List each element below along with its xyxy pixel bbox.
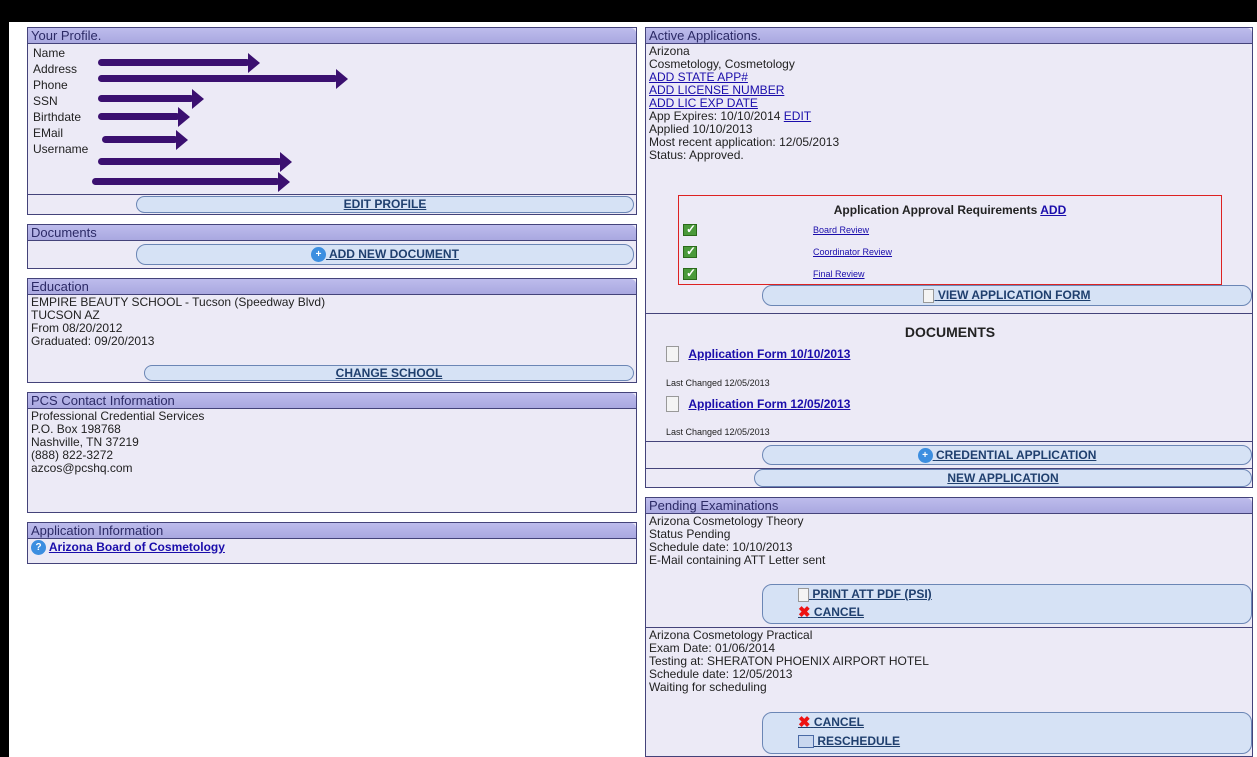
new-application-button[interactable]: NEW APPLICATION <box>754 469 1252 487</box>
redaction-mark-ssn <box>98 107 190 127</box>
edit-expiration-link[interactable]: EDIT <box>784 109 811 123</box>
document-2-changed: Last Changed 12/05/2013 <box>666 427 770 437</box>
add-new-document-label: ADD NEW DOCUMENT <box>328 247 459 261</box>
exam1-name: Arizona Cosmetology Theory <box>649 514 804 528</box>
document-file-icon <box>666 346 679 362</box>
window-left-border <box>0 0 9 757</box>
view-application-form-button[interactable]: VIEW APPLICATION FORM <box>762 285 1252 306</box>
credential-application-label: CREDENTIAL APPLICATION <box>935 448 1097 462</box>
redaction-mark-address <box>98 69 348 89</box>
document-1-changed: Last Changed 12/05/2013 <box>666 378 770 388</box>
exam1-email: E-Mail containing ATT Letter sent <box>649 553 826 567</box>
approval-requirements-box: Application Approval Requirements ADD Bo… <box>678 195 1222 285</box>
redaction-mark-name <box>98 53 260 73</box>
document-item: Application Form 10/10/2013 <box>666 346 850 362</box>
contact-panel: PCS Contact Information Professional Cre… <box>27 392 637 513</box>
contact-email: azcos@pcshq.com <box>31 461 133 475</box>
education-panel: Education EMPIRE BEAUTY SCHOOL - Tucson … <box>27 278 637 383</box>
change-school-button[interactable]: CHANGE SCHOOL <box>144 365 634 381</box>
reschedule-link[interactable]: RESCHEDULE <box>817 734 900 748</box>
app-info-title: Application Information <box>28 523 636 539</box>
requirement-coordinator-review[interactable]: Coordinator Review <box>813 247 892 257</box>
credential-divider <box>646 441 1252 442</box>
active-applications-panel: Active Applications. Arizona Cosmetology… <box>645 27 1253 488</box>
documents-panel: Documents + ADD NEW DOCUMENT <box>27 224 637 269</box>
cancel-icon: ✖ <box>798 713 811 731</box>
add-license-number-link[interactable]: ADD LICENSE NUMBER <box>649 83 784 97</box>
pdf-document-icon <box>798 587 809 602</box>
cancel-icon: ✖ <box>798 603 811 621</box>
help-icon: ? <box>31 540 46 556</box>
new-application-icon: + <box>917 448 933 464</box>
profile-row-username: Username <box>33 142 89 156</box>
edit-profile-button[interactable]: EDIT PROFILE <box>136 196 634 213</box>
add-new-document-button[interactable]: + ADD NEW DOCUMENT <box>136 244 634 265</box>
redaction-mark-username <box>92 172 290 192</box>
calendar-icon <box>798 735 814 749</box>
new-document-icon: + <box>311 247 327 263</box>
checkbox-checked-icon <box>683 266 697 280</box>
arizona-board-link[interactable]: Arizona Board of Cosmetology <box>49 540 225 554</box>
education-graduated: Graduated: 09/20/2013 <box>31 334 155 348</box>
document-icon <box>923 288 935 303</box>
window-top-border <box>0 0 1257 22</box>
documents-divider <box>646 313 1252 314</box>
contact-company: Professional Credential Services <box>31 409 205 423</box>
redaction-mark-phone <box>98 89 204 109</box>
exam2-cancel-link[interactable]: CANCEL <box>814 715 864 729</box>
document-file-icon <box>666 396 679 412</box>
credential-application-button[interactable]: + CREDENTIAL APPLICATION <box>762 445 1252 465</box>
requirement-board-review[interactable]: Board Review <box>813 225 869 235</box>
redaction-mark-birthdate <box>102 130 188 150</box>
requirements-title: Application Approval Requirements <box>833 203 1038 217</box>
profile-title: Your Profile. <box>28 28 636 44</box>
app-info-panel: Application Information ? Arizona Board … <box>27 522 637 564</box>
view-application-form-label: VIEW APPLICATION FORM <box>937 288 1091 302</box>
pending-exams-panel: Pending Examinations Arizona Cosmetology… <box>645 497 1253 757</box>
redaction-mark-email <box>98 152 292 172</box>
checkbox-checked-icon <box>683 222 697 236</box>
add-state-app-link[interactable]: ADD STATE APP# <box>649 70 748 84</box>
exam1-actions: PRINT ATT PDF (PSI) ✖ CANCEL <box>762 584 1252 624</box>
exam1-cancel-link[interactable]: CANCEL <box>814 605 864 619</box>
profile-panel: Your Profile. Name Address Phone SSN Bir… <box>27 27 637 215</box>
add-requirement-link[interactable]: ADD <box>1040 203 1066 217</box>
documents-title: Documents <box>28 225 636 241</box>
pending-exams-title: Pending Examinations <box>646 498 1252 514</box>
document-link-2[interactable]: Application Form 12/05/2013 <box>688 397 850 411</box>
exam2-waiting: Waiting for scheduling <box>649 680 767 694</box>
profile-divider <box>28 194 636 195</box>
contact-city: Nashville, TN 37219 <box>31 435 139 449</box>
add-lic-exp-date-link[interactable]: ADD LIC EXP DATE <box>649 96 758 110</box>
education-title: Education <box>28 279 636 295</box>
checkbox-checked-icon <box>683 244 697 258</box>
document-item: Application Form 12/05/2013 <box>666 396 850 412</box>
contact-title: PCS Contact Information <box>28 393 636 409</box>
requirement-final-review[interactable]: Final Review <box>813 269 865 279</box>
print-att-pdf-link[interactable]: PRINT ATT PDF (PSI) <box>812 587 931 601</box>
app-expires-text: App Expires: 10/10/2014 <box>649 109 781 123</box>
exam2-actions: ✖ CANCEL RESCHEDULE <box>762 712 1252 754</box>
documents-heading: DOCUMENTS <box>904 324 996 340</box>
education-school: EMPIRE BEAUTY SCHOOL - Tucson (Speedway … <box>31 295 326 309</box>
active-applications-title: Active Applications. <box>646 28 1252 44</box>
application-status: Status: Approved. <box>649 148 744 162</box>
document-link-1[interactable]: Application Form 10/10/2013 <box>688 347 850 361</box>
